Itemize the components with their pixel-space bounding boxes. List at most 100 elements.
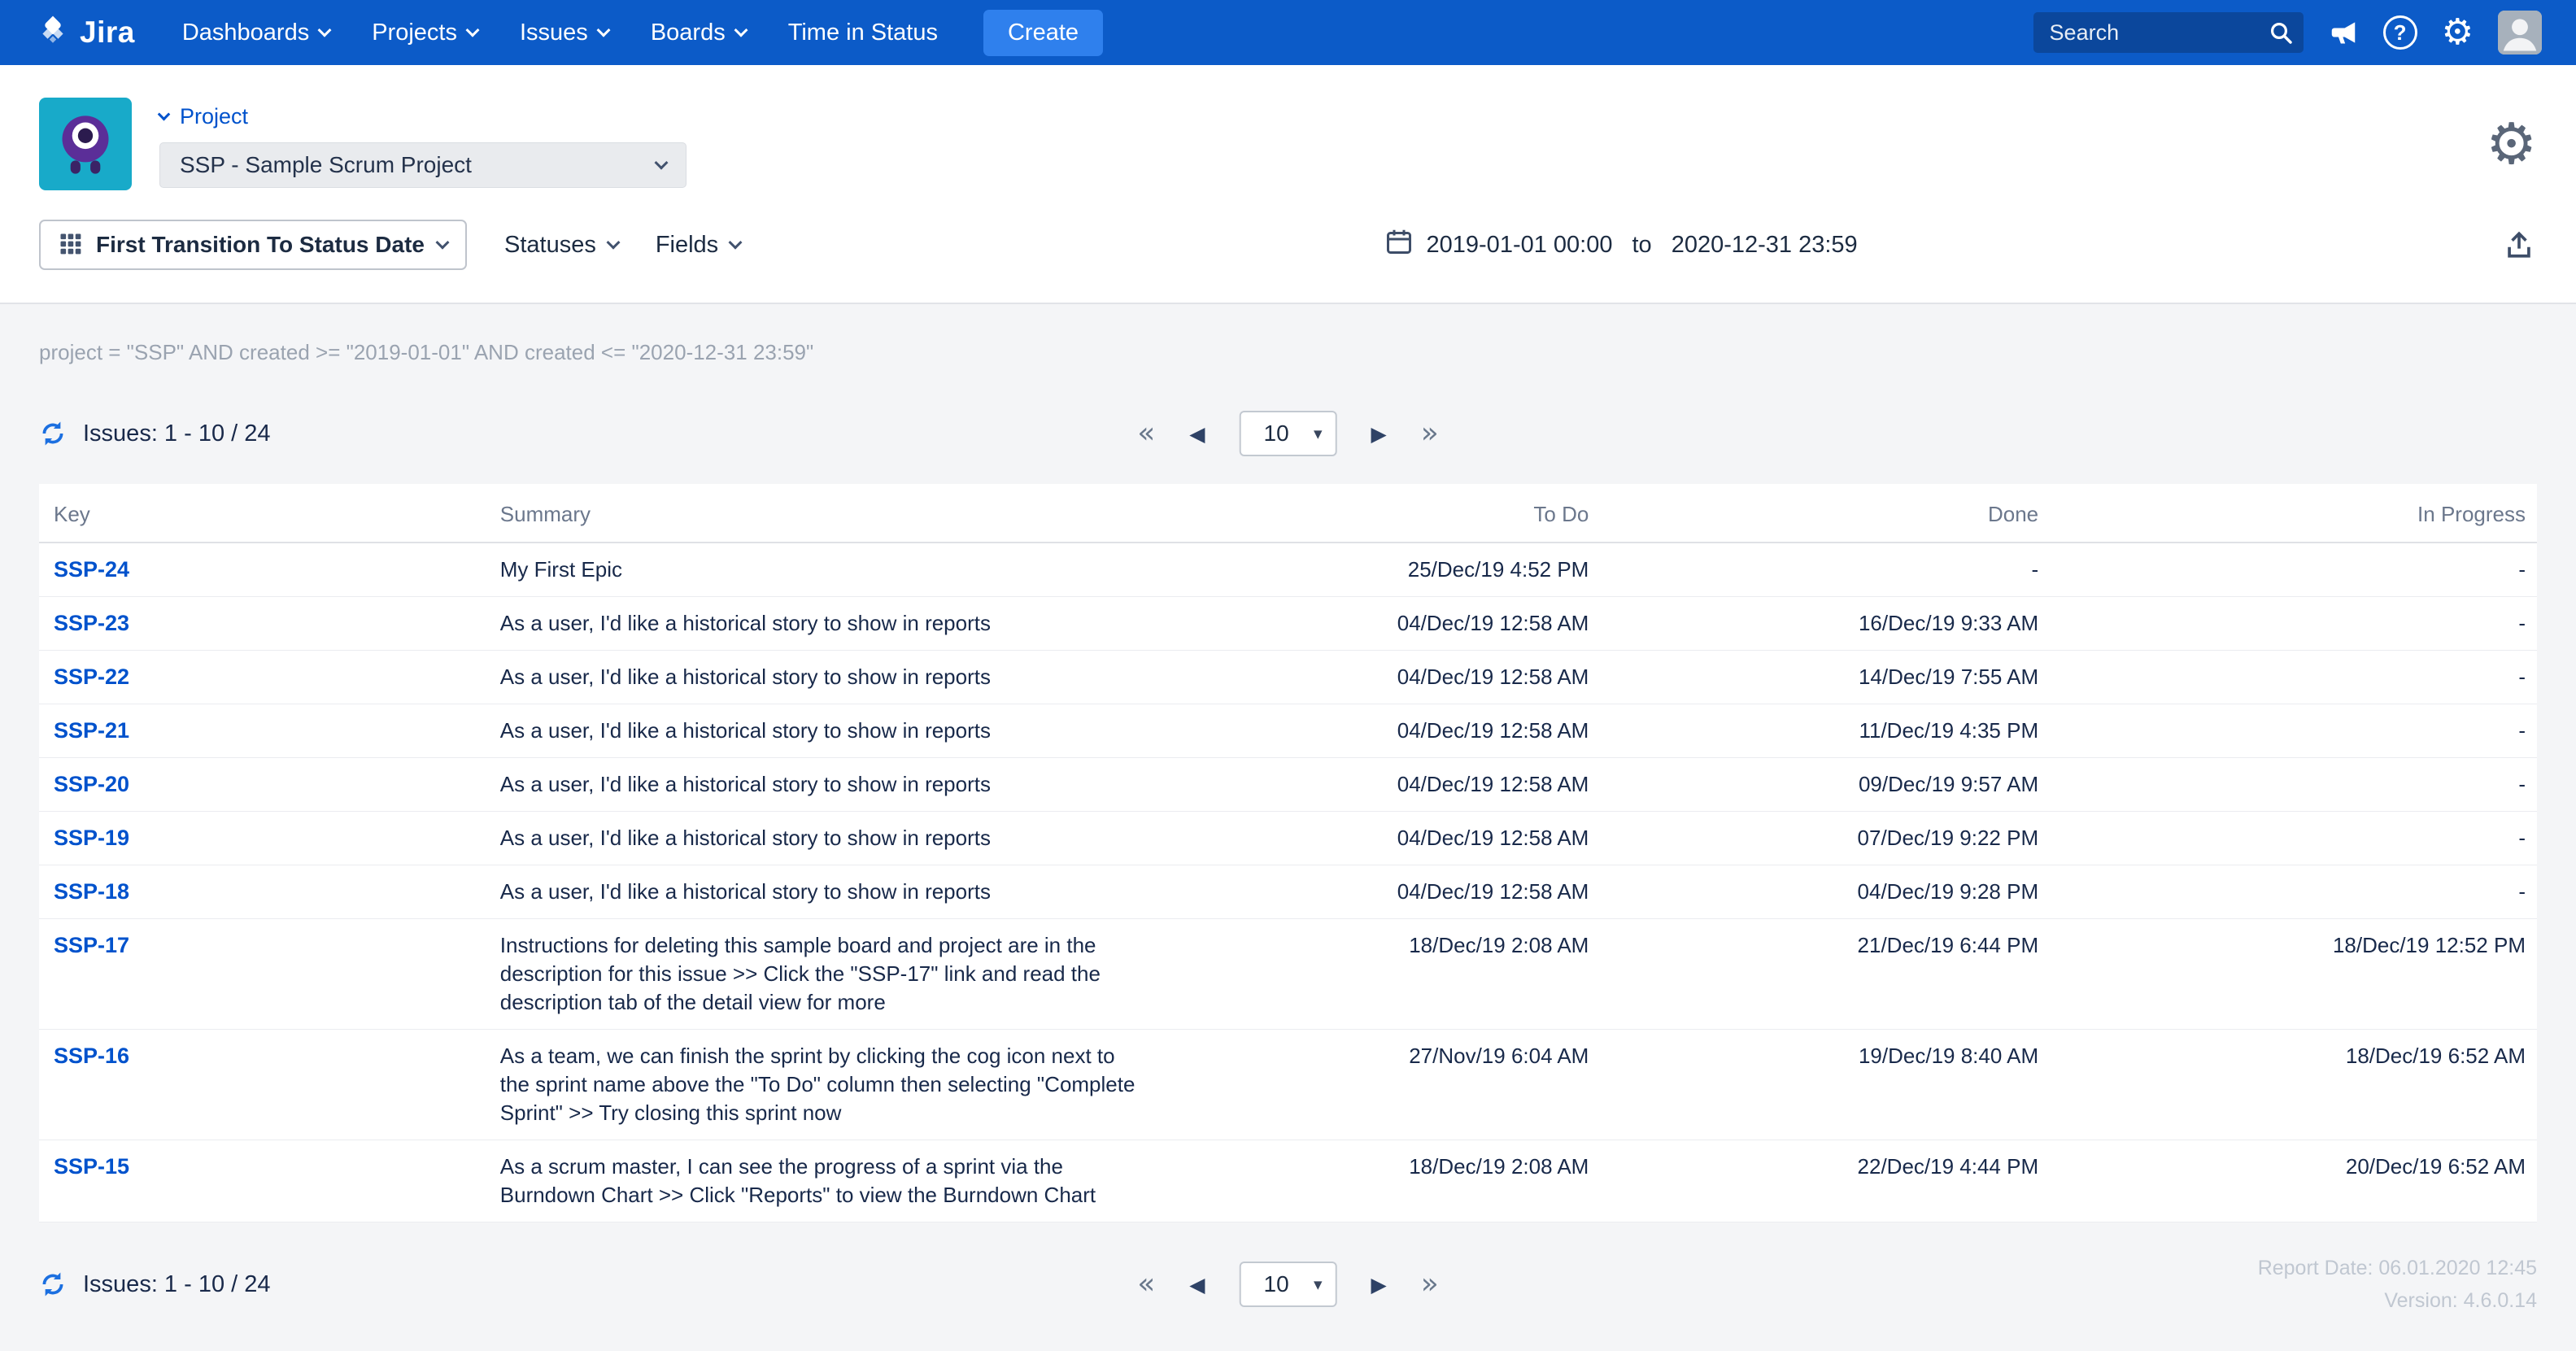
next-page-icon[interactable]: ▶: [1371, 424, 1387, 444]
chevron-down-icon: [317, 23, 332, 37]
report-type-button[interactable]: First Transition To Status Date: [39, 220, 467, 270]
issues-count: Issues: 1 - 10 / 24: [83, 420, 271, 447]
issue-key-link[interactable]: SSP-17: [54, 933, 129, 957]
date-from-value[interactable]: 2019-01-01 00:00: [1427, 232, 1613, 259]
done-date: 11/Dec/19 4:35 PM: [1600, 704, 2051, 758]
table-row[interactable]: SSP-15 As a scrum master, I can see the …: [39, 1140, 2537, 1222]
table-row[interactable]: SSP-18 As a user, I'd like a historical …: [39, 865, 2537, 919]
in-progress-date: 18/Dec/19 12:52 PM: [2050, 918, 2537, 1030]
page-size-value: 10: [1263, 421, 1289, 446]
prev-page-icon[interactable]: ◀: [1189, 1275, 1205, 1295]
first-page-icon[interactable]: «: [1137, 1270, 1155, 1299]
table-row[interactable]: SSP-19 As a user, I'd like a historical …: [39, 811, 2537, 865]
issue-summary: As a user, I'd like a historical story t…: [488, 757, 1151, 812]
last-page-icon[interactable]: »: [1421, 419, 1439, 448]
col-header-in-progress[interactable]: In Progress: [2050, 484, 2537, 543]
issue-key-link[interactable]: SSP-23: [54, 611, 129, 635]
todo-date: 18/Dec/19 2:08 AM: [1150, 1140, 1601, 1222]
refresh-icon[interactable]: [39, 420, 67, 447]
first-page-icon[interactable]: «: [1137, 419, 1155, 448]
nav-projects[interactable]: Projects: [372, 20, 480, 46]
done-date: 09/Dec/19 9:57 AM: [1600, 757, 2051, 812]
issue-key-link[interactable]: SSP-24: [54, 557, 129, 582]
last-page-icon[interactable]: »: [1421, 1270, 1439, 1299]
in-progress-date: -: [2050, 865, 2537, 919]
feedback-megaphone-icon[interactable]: [2328, 17, 2359, 48]
calendar-icon: [1384, 227, 1414, 263]
fields-label: Fields: [655, 231, 719, 258]
export-icon[interactable]: [2501, 227, 2537, 263]
page-size-select[interactable]: 10 ▾: [1239, 1262, 1337, 1307]
issue-key-link[interactable]: SSP-19: [54, 826, 129, 850]
report-version: Version: 4.6.0.14: [2384, 1289, 2537, 1312]
chevron-down-icon: [157, 107, 171, 121]
nav-time-in-status[interactable]: Time in Status: [788, 20, 938, 46]
question-mark-glyph: ?: [2393, 20, 2407, 45]
issue-key-link[interactable]: SSP-16: [54, 1044, 129, 1068]
report-header: Project SSP - Sample Scrum Project ⚙ Fir…: [0, 65, 2576, 304]
col-header-summary[interactable]: Summary: [488, 484, 1151, 543]
table-row[interactable]: SSP-20 As a user, I'd like a historical …: [39, 757, 2537, 812]
in-progress-date: -: [2050, 757, 2537, 812]
nav-issues-label: Issues: [519, 19, 588, 46]
issue-key-link[interactable]: SSP-15: [54, 1154, 129, 1179]
issue-key-link[interactable]: SSP-18: [54, 879, 129, 904]
done-date: 22/Dec/19 4:44 PM: [1600, 1140, 2051, 1222]
settings-gear-icon[interactable]: ⚙: [2442, 15, 2474, 50]
in-progress-date: -: [2050, 543, 2537, 597]
issue-summary: As a user, I'd like a historical story t…: [488, 596, 1151, 651]
search-icon[interactable]: [2268, 20, 2294, 50]
todo-date: 04/Dec/19 12:58 AM: [1150, 757, 1601, 812]
chevron-down-icon: [734, 23, 748, 37]
project-select-value: SSP - Sample Scrum Project: [180, 152, 472, 177]
done-date: -: [1600, 543, 2051, 597]
prev-page-icon[interactable]: ◀: [1189, 424, 1205, 444]
col-header-key[interactable]: Key: [39, 484, 489, 543]
nav-boards[interactable]: Boards: [651, 20, 748, 46]
issues-count: Issues: 1 - 10 / 24: [83, 1270, 271, 1297]
next-page-icon[interactable]: ▶: [1371, 1275, 1387, 1295]
nav-dashboards[interactable]: Dashboards: [182, 20, 332, 46]
refresh-icon[interactable]: [39, 1270, 67, 1298]
page-size-select[interactable]: 10 ▾: [1239, 411, 1337, 456]
jira-home-link[interactable]: Jira: [36, 14, 135, 52]
user-avatar[interactable]: [2498, 11, 2542, 54]
jira-brand-label: Jira: [80, 15, 135, 49]
report-settings-gear-icon[interactable]: ⚙: [2486, 115, 2537, 172]
issue-key-link[interactable]: SSP-21: [54, 718, 129, 743]
in-progress-date: 18/Dec/19 6:52 AM: [2050, 1029, 2537, 1140]
pagination-bottom: « ◀ 10 ▾ ▶ »: [1137, 1262, 1439, 1307]
table-row[interactable]: SSP-16 As a team, we can finish the spri…: [39, 1029, 2537, 1140]
table-row[interactable]: SSP-22 As a user, I'd like a historical …: [39, 650, 2537, 704]
report-content: project = "SSP" AND created >= "2019-01-…: [0, 304, 2576, 1351]
date-to-value[interactable]: 2020-12-31 23:59: [1672, 232, 1858, 259]
table-row[interactable]: SSP-24 My First Epic 25/Dec/19 4:52 PM -…: [39, 543, 2537, 597]
date-range-picker[interactable]: 2019-01-01 00:00 to 2020-12-31 23:59: [1384, 227, 1858, 263]
help-icon[interactable]: ?: [2382, 15, 2417, 50]
todo-date: 04/Dec/19 12:58 AM: [1150, 704, 1601, 758]
create-button[interactable]: Create: [983, 9, 1104, 56]
statuses-dropdown[interactable]: Statuses: [504, 232, 621, 259]
project-select[interactable]: SSP - Sample Scrum Project: [159, 142, 686, 188]
project-scope-toggle[interactable]: Project: [157, 104, 686, 129]
issue-summary: As a user, I'd like a historical story t…: [488, 650, 1151, 704]
search-input[interactable]: [2033, 12, 2304, 53]
done-date: 04/Dec/19 9:28 PM: [1600, 865, 2051, 919]
chevron-down-icon: [654, 155, 669, 170]
todo-date: 18/Dec/19 2:08 AM: [1150, 918, 1601, 1030]
col-header-todo[interactable]: To Do: [1150, 484, 1601, 543]
chevron-down-icon: [465, 23, 480, 37]
todo-date: 04/Dec/19 12:58 AM: [1150, 596, 1601, 651]
fields-dropdown[interactable]: Fields: [655, 231, 743, 259]
issue-key-link[interactable]: SSP-20: [54, 772, 129, 796]
issue-key-link[interactable]: SSP-22: [54, 665, 129, 689]
issue-summary: My First Epic: [488, 543, 1151, 597]
table-row[interactable]: SSP-21 As a user, I'd like a historical …: [39, 704, 2537, 758]
col-header-done[interactable]: Done: [1600, 484, 2051, 543]
table-row[interactable]: SSP-23 As a user, I'd like a historical …: [39, 596, 2537, 651]
page-size-value: 10: [1263, 1271, 1289, 1297]
done-date: 21/Dec/19 6:44 PM: [1600, 918, 2051, 1030]
table-row[interactable]: SSP-17 Instructions for deleting this sa…: [39, 918, 2537, 1030]
nav-issues[interactable]: Issues: [519, 19, 611, 46]
in-progress-date: 20/Dec/19 6:52 AM: [2050, 1140, 2537, 1222]
